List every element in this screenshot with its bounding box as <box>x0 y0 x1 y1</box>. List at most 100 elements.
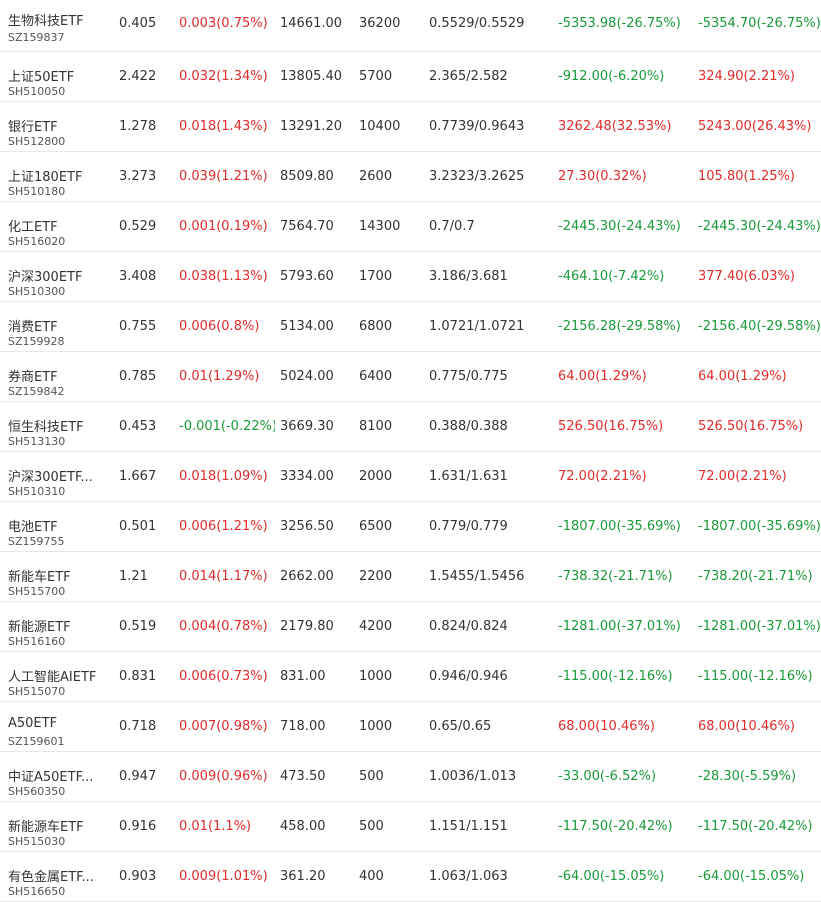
table-row[interactable]: A50ETF SZ159601 0.718 0.007(0.98%) 718.0… <box>0 702 821 752</box>
price-change: 0.018(1.43%) <box>179 119 268 134</box>
fund-name[interactable]: 化工ETF <box>8 216 58 235</box>
current-price: 0.831 <box>119 669 157 684</box>
current-price: 0.718 <box>119 719 157 734</box>
holding-shares: 6500 <box>359 519 393 534</box>
table-body: 生物科技ETF SZ159837 0.405 0.003(0.75%) 1466… <box>0 0 821 902</box>
holding-shares: 14300 <box>359 219 401 234</box>
table-row[interactable]: 生物科技ETF SZ159837 0.405 0.003(0.75%) 1466… <box>0 0 821 52</box>
fund-name[interactable]: 有色金属ETF... <box>8 866 94 885</box>
fund-name[interactable]: 恒生科技ETF <box>8 416 84 435</box>
fund-name[interactable]: 人工智能AIETF <box>8 666 96 685</box>
fund-name-cell[interactable]: 电池ETF SZ159755 <box>8 502 108 551</box>
fund-name[interactable]: A50ETF <box>8 716 57 731</box>
fund-name[interactable]: 沪深300ETF... <box>8 466 93 485</box>
fund-name-cell[interactable]: 上证180ETF SH510180 <box>8 152 108 201</box>
table-row[interactable]: 沪深300ETF... SH510310 1.667 0.018(1.09%) … <box>0 452 821 502</box>
fund-name-cell[interactable]: 沪深300ETF... SH510310 <box>8 452 108 501</box>
holding-shares: 6400 <box>359 369 393 384</box>
fund-name-cell[interactable]: 银行ETF SH512800 <box>8 102 108 151</box>
fund-name-cell[interactable]: 新能源ETF SH516160 <box>8 602 108 651</box>
fund-name[interactable]: 消费ETF <box>8 316 58 335</box>
table-row[interactable]: 有色金属ETF... SH516650 0.903 0.009(1.01%) 3… <box>0 852 821 902</box>
market-value: 13805.40 <box>280 69 343 84</box>
fund-code: SH516160 <box>8 635 66 648</box>
fund-name-cell[interactable]: 沪深300ETF SH510300 <box>8 252 108 301</box>
position-pnl: -117.50(-20.42%) <box>558 819 673 834</box>
fund-name[interactable]: 银行ETF <box>8 116 58 135</box>
fund-name-cell[interactable]: 化工ETF SH516020 <box>8 202 108 251</box>
table-row[interactable]: 沪深300ETF SH510300 3.408 0.038(1.13%) 579… <box>0 252 821 302</box>
cost-price: 1.0036/1.013 <box>429 769 517 784</box>
table-row[interactable]: 恒生科技ETF SH513130 0.453 -0.001(-0.22%) 36… <box>0 402 821 452</box>
current-price: 0.947 <box>119 769 157 784</box>
holding-shares: 4200 <box>359 619 393 634</box>
price-change: 0.004(0.78%) <box>179 619 268 634</box>
price-change: 0.018(1.09%) <box>179 469 268 484</box>
fund-name[interactable]: 新能源车ETF <box>8 816 84 835</box>
price-change: 0.01(1.29%) <box>179 369 260 384</box>
position-pnl: -33.00(-6.52%) <box>558 769 657 784</box>
fund-name[interactable]: 电池ETF <box>8 516 58 535</box>
fund-name[interactable]: 券商ETF <box>8 366 58 385</box>
fund-name[interactable]: 新能车ETF <box>8 566 71 585</box>
table-row[interactable]: 券商ETF SZ159842 0.785 0.01(1.29%) 5024.00… <box>0 352 821 402</box>
fund-name-cell[interactable]: 人工智能AIETF SH515070 <box>8 652 108 701</box>
market-value: 3256.50 <box>280 519 334 534</box>
position-pnl: 72.00(2.21%) <box>558 469 647 484</box>
table-row[interactable]: 新能源车ETF SH515030 0.916 0.01(1.1%) 458.00… <box>0 802 821 852</box>
holding-shares: 400 <box>359 869 384 884</box>
fund-name-cell[interactable]: 消费ETF SZ159928 <box>8 302 108 351</box>
table-row[interactable]: 上证50ETF SH510050 2.422 0.032(1.34%) 1380… <box>0 52 821 102</box>
fund-name[interactable]: 中证A50ETF... <box>8 766 93 785</box>
table-row[interactable]: 银行ETF SH512800 1.278 0.018(1.43%) 13291.… <box>0 102 821 152</box>
total-pnl: -117.50(-20.42%) <box>698 819 813 834</box>
cost-price: 3.186/3.681 <box>429 269 508 284</box>
fund-name-cell[interactable]: 券商ETF SZ159842 <box>8 352 108 401</box>
market-value: 2662.00 <box>280 569 334 584</box>
current-price: 1.278 <box>119 119 157 134</box>
fund-name[interactable]: 新能源ETF <box>8 616 71 635</box>
price-change: 0.032(1.34%) <box>179 69 268 84</box>
table-row[interactable]: 电池ETF SZ159755 0.501 0.006(1.21%) 3256.5… <box>0 502 821 552</box>
fund-name-cell[interactable]: 上证50ETF SH510050 <box>8 52 108 101</box>
fund-code: SZ159928 <box>8 335 65 348</box>
fund-name-cell[interactable]: 新能源车ETF SH515030 <box>8 802 108 851</box>
cost-price: 0.65/0.65 <box>429 719 492 734</box>
holding-shares: 5700 <box>359 69 393 84</box>
holding-shares: 36200 <box>359 16 401 31</box>
cost-price: 1.063/1.063 <box>429 869 508 884</box>
total-pnl: 5243.00(26.43%) <box>698 119 812 134</box>
fund-name-cell[interactable]: 生物科技ETF SZ159837 <box>8 0 108 51</box>
cost-price: 0.824/0.824 <box>429 619 508 634</box>
position-pnl: 27.30(0.32%) <box>558 169 647 184</box>
fund-name[interactable]: 生物科技ETF <box>8 10 84 29</box>
holding-shares: 2600 <box>359 169 393 184</box>
fund-code: SH515700 <box>8 585 66 598</box>
holding-shares: 1000 <box>359 669 393 684</box>
position-pnl: -115.00(-12.16%) <box>558 669 673 684</box>
table-row[interactable]: 人工智能AIETF SH515070 0.831 0.006(0.73%) 83… <box>0 652 821 702</box>
table-row[interactable]: 消费ETF SZ159928 0.755 0.006(0.8%) 5134.00… <box>0 302 821 352</box>
position-pnl: -1807.00(-35.69%) <box>558 519 681 534</box>
position-pnl: -5353.98(-26.75%) <box>558 16 681 31</box>
fund-name[interactable]: 沪深300ETF <box>8 266 82 285</box>
fund-name-cell[interactable]: A50ETF SZ159601 <box>8 702 108 751</box>
table-row[interactable]: 新能车ETF SH515700 1.21 0.014(1.17%) 2662.0… <box>0 552 821 602</box>
fund-name-cell[interactable]: 新能车ETF SH515700 <box>8 552 108 601</box>
price-change: 0.003(0.75%) <box>179 16 268 31</box>
cost-price: 0.388/0.388 <box>429 419 508 434</box>
fund-name-cell[interactable]: 有色金属ETF... SH516650 <box>8 852 108 901</box>
current-price: 1.21 <box>119 569 148 584</box>
fund-name-cell[interactable]: 恒生科技ETF SH513130 <box>8 402 108 451</box>
holding-shares: 1000 <box>359 719 393 734</box>
table-row[interactable]: 中证A50ETF... SH560350 0.947 0.009(0.96%) … <box>0 752 821 802</box>
fund-name-cell[interactable]: 中证A50ETF... SH560350 <box>8 752 108 801</box>
fund-name[interactable]: 上证180ETF <box>8 166 82 185</box>
fund-name[interactable]: 上证50ETF <box>8 66 74 85</box>
table-row[interactable]: 新能源ETF SH516160 0.519 0.004(0.78%) 2179.… <box>0 602 821 652</box>
price-change: 0.009(0.96%) <box>179 769 268 784</box>
total-pnl: 526.50(16.75%) <box>698 419 804 434</box>
fund-code: SH516650 <box>8 885 66 898</box>
table-row[interactable]: 上证180ETF SH510180 3.273 0.039(1.21%) 850… <box>0 152 821 202</box>
table-row[interactable]: 化工ETF SH516020 0.529 0.001(0.19%) 7564.7… <box>0 202 821 252</box>
